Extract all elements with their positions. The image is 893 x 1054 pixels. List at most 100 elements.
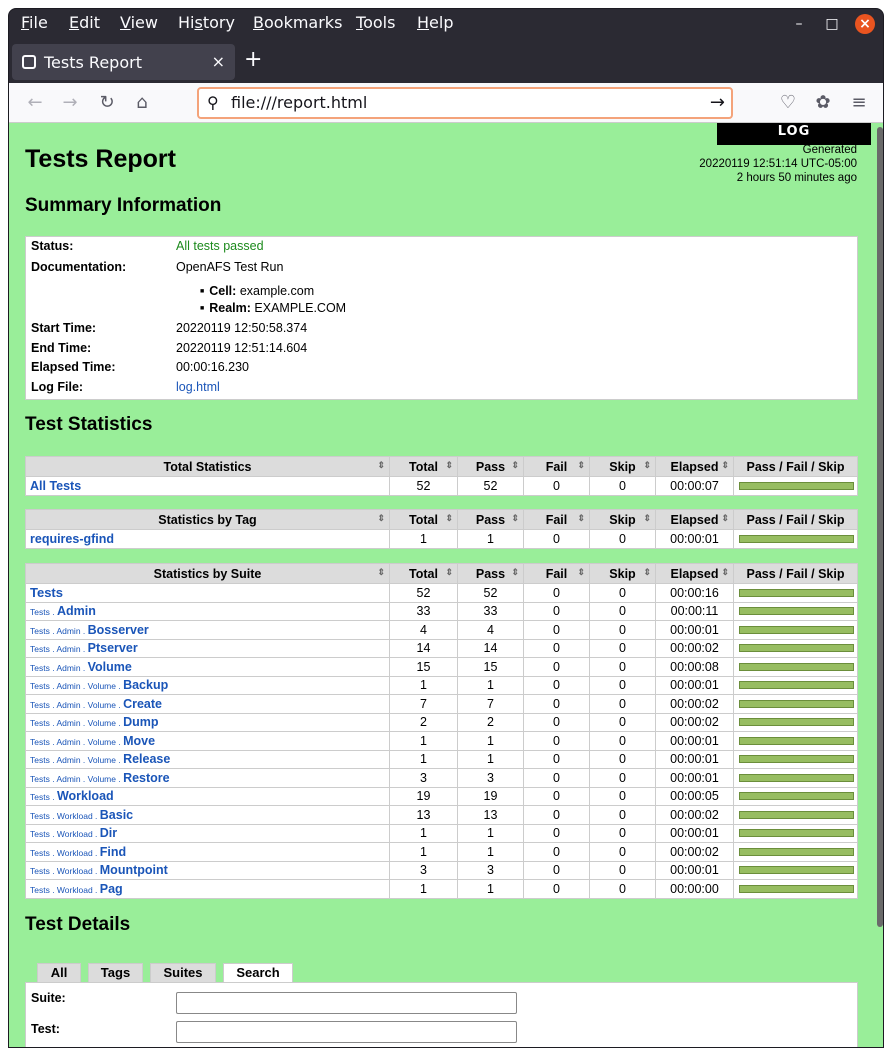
menu-file[interactable]: File [21,13,48,32]
log-file-link[interactable]: log.html [176,380,220,394]
stat-name-link[interactable]: requires-gfind [30,532,114,546]
suite-name-link[interactable]: Admin [57,604,96,618]
column-header[interactable]: Statistics by Tag ⇕ [25,509,390,530]
stat-name-cell[interactable]: Tests [25,583,390,603]
home-icon[interactable]: ⌂ [130,91,154,115]
log-button[interactable]: LOG [717,123,871,145]
forward-icon[interactable]: → [58,91,82,115]
stat-name-cell[interactable]: Tests . Admin . Volume . Restore [25,768,390,788]
sort-icon[interactable]: ⇕ [445,567,453,578]
sort-icon[interactable]: ⇕ [511,460,519,471]
menu-view[interactable]: View [120,13,158,32]
menu-bookmarks[interactable]: Bookmarks [253,13,342,32]
suite-search-input[interactable] [176,992,517,1014]
suite-name-link[interactable]: Create [123,697,162,711]
go-arrow-icon[interactable]: → [710,92,725,113]
sort-icon[interactable]: ⇕ [577,513,585,524]
stat-name-cell[interactable]: Tests . Admin . Volume . Create [25,694,390,714]
sort-icon[interactable]: ⇕ [377,513,385,524]
column-header[interactable]: Total Statistics ⇕ [25,456,390,477]
menu-edit[interactable]: Edit [69,13,100,32]
stat-name-cell[interactable]: Tests . Workload . Dir [25,823,390,843]
suite-name-link[interactable]: Mountpoint [100,863,168,877]
stat-name-cell[interactable]: Tests . Workload . Pag [25,879,390,899]
stat-name-cell[interactable]: Tests . Admin [25,601,390,621]
tab-tests-report[interactable]: Tests Report × [12,44,235,80]
stat-name-cell[interactable]: Tests . Admin . Bosserver [25,620,390,640]
suite-name-link[interactable]: Find [100,845,126,859]
column-header[interactable]: Fail ⇕ [523,456,590,477]
stat-name-cell[interactable]: Tests . Admin . Volume . Move [25,731,390,751]
column-header[interactable]: Pass ⇕ [457,563,524,584]
back-icon[interactable]: ← [23,91,47,115]
suite-name-link[interactable]: Backup [123,678,168,692]
suite-name-link[interactable]: Ptserver [88,641,138,655]
sort-icon[interactable]: ⇕ [377,567,385,578]
close-tab-icon[interactable]: × [212,52,225,71]
suite-name-link[interactable]: Move [123,734,155,748]
hamburger-menu-icon[interactable]: ≡ [847,91,871,115]
new-tab-icon[interactable]: + [244,49,262,71]
suite-name-link[interactable]: Basic [100,808,133,822]
sort-icon[interactable]: ⇕ [643,567,651,578]
tab-suites[interactable]: Suites [150,963,216,982]
sort-icon[interactable]: ⇕ [721,513,729,524]
suite-name-link[interactable]: Tests [30,585,63,600]
extension-icon[interactable]: ✿ [811,91,835,115]
sort-icon[interactable]: ⇕ [445,513,453,524]
scrollbar[interactable] [877,127,883,927]
suite-name-link[interactable]: Volume [88,660,132,674]
tab-search[interactable]: Search [223,963,293,983]
column-header[interactable]: Total ⇕ [389,563,458,584]
menu-help[interactable]: Help [417,13,453,32]
stat-name-cell[interactable]: All Tests [25,476,390,496]
stat-name-cell[interactable]: Tests . Admin . Volume . Dump [25,712,390,732]
suite-name-link[interactable]: Pag [100,882,123,896]
column-header[interactable]: Fail ⇕ [523,509,590,530]
column-header[interactable]: Fail ⇕ [523,563,590,584]
column-header[interactable]: Pass ⇕ [457,509,524,530]
stat-name-cell[interactable]: Tests . Admin . Ptserver [25,638,390,658]
column-header[interactable]: Elapsed ⇕ [655,509,734,530]
suite-name-link[interactable]: Dump [123,715,158,729]
column-header[interactable]: Total ⇕ [389,456,458,477]
column-header[interactable]: Skip ⇕ [589,563,656,584]
menu-tools[interactable]: Tools [356,13,395,32]
sort-icon[interactable]: ⇕ [643,513,651,524]
suite-name-link[interactable]: Workload [57,789,114,803]
stat-name-cell[interactable]: requires-gfind [25,529,390,549]
test-search-input[interactable] [176,1021,517,1043]
tab-tags[interactable]: Tags [88,963,143,982]
column-header[interactable]: Total ⇕ [389,509,458,530]
sort-icon[interactable]: ⇕ [511,567,519,578]
stat-name-cell[interactable]: Tests . Workload . Find [25,842,390,862]
column-header[interactable]: Elapsed ⇕ [655,563,734,584]
stat-name-cell[interactable]: Tests . Workload . Mountpoint [25,860,390,880]
minimize-icon[interactable]: – [789,14,809,34]
sort-icon[interactable]: ⇕ [445,460,453,471]
address-bar[interactable]: ⚲ file:///report.html → [197,87,733,119]
column-header[interactable]: Statistics by Suite ⇕ [25,563,390,584]
stat-name-cell[interactable]: Tests . Workload . Basic [25,805,390,825]
stat-name-cell[interactable]: Tests . Admin . Volume [25,657,390,677]
suite-name-link[interactable]: Release [123,752,170,766]
suite-name-link[interactable]: Restore [123,771,170,785]
column-header[interactable]: Skip ⇕ [589,456,656,477]
column-header[interactable]: Skip ⇕ [589,509,656,530]
pocket-icon[interactable]: ♡ [776,91,800,115]
close-window-icon[interactable]: × [855,14,875,34]
tab-all[interactable]: All [37,963,81,982]
sort-icon[interactable]: ⇕ [721,460,729,471]
sort-icon[interactable]: ⇕ [721,567,729,578]
sort-icon[interactable]: ⇕ [577,460,585,471]
suite-name-link[interactable]: Dir [100,826,117,840]
stat-name-link[interactable]: All Tests [30,479,81,493]
maximize-icon[interactable]: □ [822,14,842,34]
stat-name-cell[interactable]: Tests . Admin . Volume . Backup [25,675,390,695]
sort-icon[interactable]: ⇕ [643,460,651,471]
reload-icon[interactable]: ↻ [95,91,119,115]
column-header[interactable]: Pass ⇕ [457,456,524,477]
suite-name-link[interactable]: Bosserver [88,623,149,637]
sort-icon[interactable]: ⇕ [511,513,519,524]
sort-icon[interactable]: ⇕ [577,567,585,578]
